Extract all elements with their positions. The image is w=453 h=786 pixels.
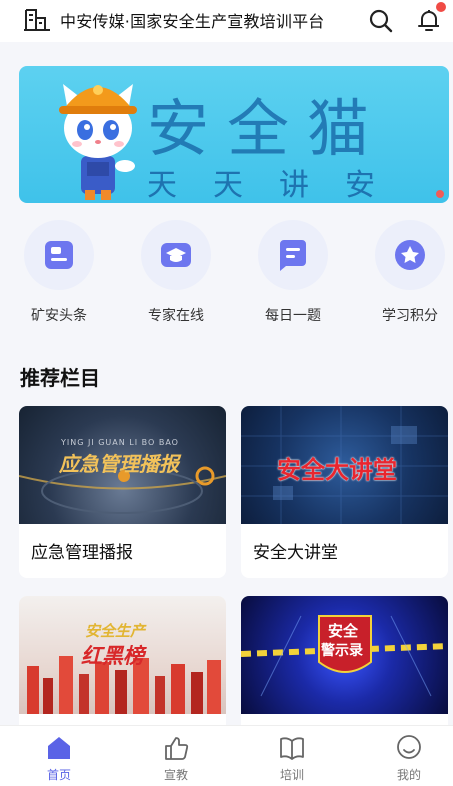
nav-label: 培训 <box>279 768 304 782</box>
thumb-title: 应急管理播报 <box>59 452 179 476</box>
quick-item-daily-quiz[interactable]: 每日一题 <box>248 220 338 325</box>
card-thumbnail: 安全大讲堂 <box>241 406 448 524</box>
nav-education[interactable]: 宣教 <box>141 734 211 783</box>
home-icon <box>48 737 70 759</box>
safety-cat-mascot-icon <box>59 84 137 200</box>
banner[interactable]: 安全猫 天天讲安全 <box>19 66 449 203</box>
graduation-cap-icon <box>161 243 191 267</box>
quick-item-news[interactable]: 矿安头条 <box>14 220 104 325</box>
card-thumbnail: 安全 警示录 <box>241 596 448 714</box>
nav-home[interactable]: 首页 <box>24 734 94 783</box>
card-red-black-list[interactable]: 安全生产 红黑榜 <box>19 596 226 736</box>
nav-label: 宣教 <box>163 768 188 782</box>
quick-item-label: 学习积分 <box>382 308 438 324</box>
thumb-subtitle: YING JI GUAN LI BO BAO <box>61 438 179 447</box>
thumb-title-top: 安全生产 <box>85 622 146 640</box>
card-title: 应急管理播报 <box>31 542 133 563</box>
quick-item-label: 每日一题 <box>265 308 321 324</box>
nav-training[interactable]: 培训 <box>257 734 327 783</box>
app-header: 中安传媒·国家安全生产宣教培训平台 <box>0 0 453 42</box>
banner-indicator <box>436 190 444 198</box>
nav-profile[interactable]: 我的 <box>374 734 444 783</box>
news-icon <box>45 241 73 269</box>
thumb-title-bottom: 红黑榜 <box>81 644 144 668</box>
star-badge-icon <box>395 240 425 270</box>
thumbs-up-icon <box>165 737 189 760</box>
building-icon[interactable] <box>23 8 51 32</box>
thumb-title-bottom: 警示录 <box>321 643 363 659</box>
quick-item-points[interactable]: 学习积分 <box>365 220 453 325</box>
card-thumbnail: 安全生产 红黑榜 <box>19 596 226 714</box>
banner-title: 安全猫 <box>147 92 388 165</box>
card-thumbnail: YING JI GUAN LI BO BAO 应急管理播报 <box>19 406 226 524</box>
book-icon <box>280 737 304 760</box>
section-title: 推荐栏目 <box>20 366 100 390</box>
quick-item-label: 矿安头条 <box>31 308 87 324</box>
quick-item-expert[interactable]: 专家在线 <box>131 220 221 325</box>
nav-label: 首页 <box>46 768 71 782</box>
banner-subtitle: 天天讲安全 <box>147 168 411 203</box>
thumb-title: 安全大讲堂 <box>277 456 397 484</box>
quiz-icon <box>280 240 306 271</box>
bottom-nav: 首页 宣教 培训 我的 <box>0 725 453 786</box>
user-smile-icon <box>397 735 421 759</box>
quick-item-label: 专家在线 <box>148 308 204 324</box>
nav-label: 我的 <box>396 768 421 782</box>
thumb-title-top: 安全 <box>328 622 359 640</box>
quick-menu: 矿安头条 专家在线 每日一题 学习积分 <box>0 220 453 330</box>
search-icon[interactable] <box>368 8 394 34</box>
notification-dot <box>436 2 446 12</box>
card-safety-warning[interactable]: 安全 警示录 <box>241 596 448 736</box>
card-safety-lecture[interactable]: 安全大讲堂 安全大讲堂 <box>241 406 448 578</box>
card-title: 安全大讲堂 <box>253 542 338 563</box>
page-title: 中安传媒·国家安全生产宣教培训平台 <box>60 12 325 31</box>
card-emergency-broadcast[interactable]: YING JI GUAN LI BO BAO 应急管理播报 应急管理播报 <box>19 406 226 578</box>
